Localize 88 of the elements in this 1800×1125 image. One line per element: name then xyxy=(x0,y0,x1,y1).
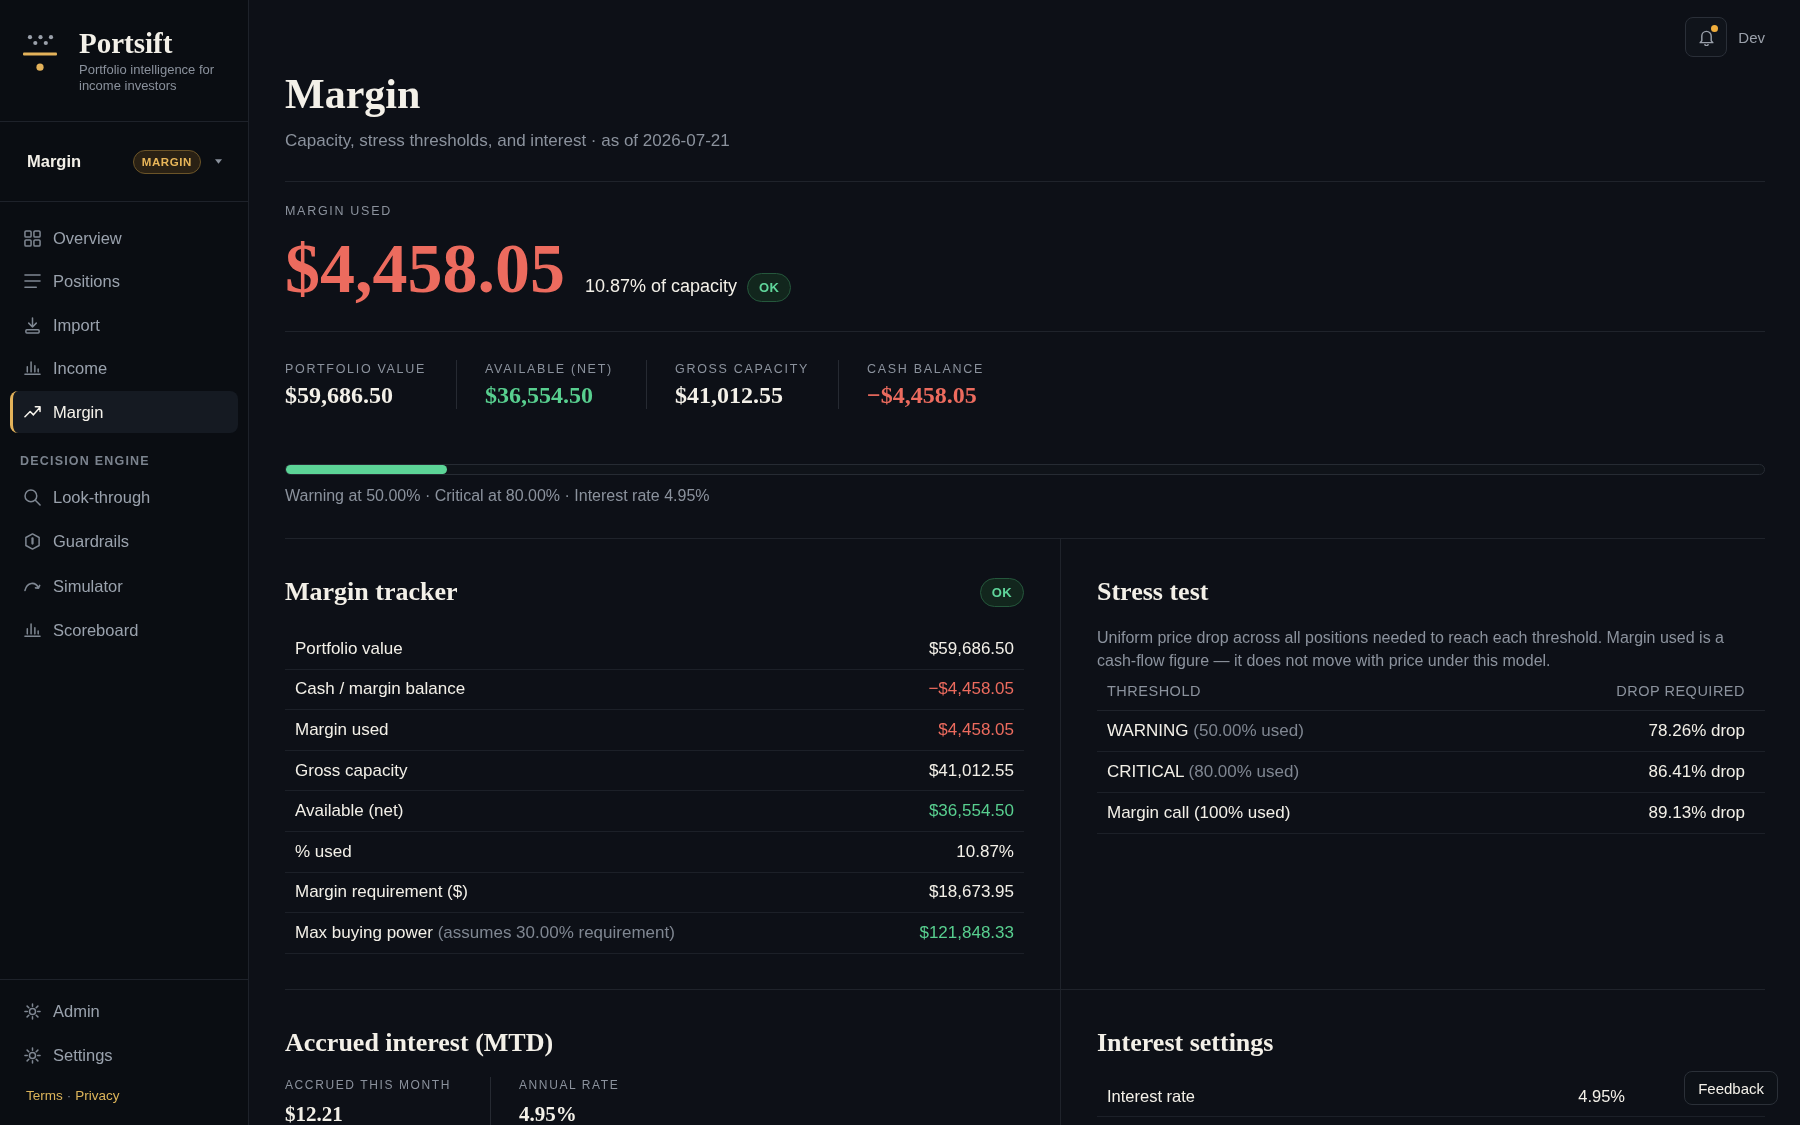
nav-item[interactable]: Income xyxy=(10,347,238,390)
panel-title: Accrued interest (MTD) xyxy=(285,1026,554,1059)
sun-icon xyxy=(24,1046,41,1064)
stat-value: 4.95% xyxy=(519,1101,577,1125)
nav-item[interactable]: Overview xyxy=(10,217,238,259)
brand-name: Portsift xyxy=(79,27,173,59)
metric-value: $4,458.05 xyxy=(938,720,1014,740)
caret-icon xyxy=(215,159,222,164)
logo-icon xyxy=(23,35,57,71)
metric-value: $59,686.50 xyxy=(928,638,1014,659)
bar-chart-icon xyxy=(24,361,41,376)
status-badge: OK xyxy=(747,273,792,302)
nav-item[interactable]: Import xyxy=(10,304,238,346)
shield-icon xyxy=(24,533,41,550)
metric-value: $18,673.95 xyxy=(928,882,1014,903)
setting-label: Interest rate xyxy=(1107,1086,1196,1106)
link-separator: · xyxy=(66,1087,72,1105)
metric-label: Margin requirement ($) xyxy=(295,882,468,903)
metric-value: −$4,458.05 xyxy=(928,679,1014,700)
column-header: DROP REQUIRED xyxy=(1616,683,1745,699)
stat-label: ACCRUED THIS MONTH xyxy=(285,1076,451,1093)
list-icon xyxy=(24,274,41,289)
stat-value: −$4,458.05 xyxy=(867,381,977,409)
metric-value: $121,848.33 xyxy=(919,922,1014,943)
nav-item[interactable]: Look-through xyxy=(10,476,238,518)
stress-description: Uniform price drop across all positions needed to reach each threshold. Margin used is a cash-flow figure — it does not move with price under this model. xyxy=(1097,628,1725,671)
metric-label: Portfolio value xyxy=(295,638,403,659)
metric-label: Available (net) xyxy=(295,801,404,822)
stat-label: PORTFOLIO VALUE xyxy=(285,361,427,378)
metric-label: Cash / margin balance xyxy=(295,679,466,700)
threshold-label: Margin call (100% used) xyxy=(1107,803,1291,823)
drop-value: 86.41% drop xyxy=(1648,762,1745,782)
nav-item[interactable]: Admin xyxy=(10,990,238,1032)
nav-item[interactable]: Positions xyxy=(10,260,238,303)
capacity-share: 10.87% of capacity xyxy=(585,276,738,297)
metric-label: Margin used xyxy=(295,720,389,740)
stat-value: $12.21 xyxy=(285,1101,343,1125)
page-title: Margin xyxy=(285,70,421,119)
search-icon xyxy=(24,488,41,506)
metric-value: 10.87% xyxy=(956,841,1014,862)
threshold-caption: Warning at 50.00% · Critical at 80.00% · Interest rate 4.95% xyxy=(285,486,710,506)
account-name: Margin xyxy=(27,152,82,171)
account-menu-button[interactable] xyxy=(215,159,222,164)
page-subtitle: Capacity, stress thresholds, and interest · as of 2026-07-21 xyxy=(285,130,730,152)
stat-label: GROSS CAPACITY xyxy=(675,361,809,378)
setting-value: 4.95% xyxy=(1578,1086,1625,1106)
feedback-button[interactable]: Feedback xyxy=(1684,1071,1778,1105)
threshold-label: CRITICAL (80.00% used) xyxy=(1107,762,1300,782)
grid-icon xyxy=(24,229,41,247)
nav-item[interactable]: Simulator xyxy=(10,565,238,607)
stat-label: AVAILABLE (NET) xyxy=(485,361,613,378)
status-badge: OK xyxy=(980,577,1024,607)
metric-label: MARGIN USED xyxy=(285,203,392,220)
metric-value: $36,554.50 xyxy=(928,801,1014,822)
trend-up-icon xyxy=(24,406,41,418)
sun-icon xyxy=(24,1002,41,1020)
panel-title: Margin tracker xyxy=(285,576,458,608)
metric-value: $41,012.55 xyxy=(928,760,1014,781)
threshold-label: WARNING (50.00% used) xyxy=(1107,721,1304,741)
nav-item[interactable]: Settings xyxy=(10,1034,238,1076)
curved-arrow-icon xyxy=(24,580,41,592)
metric-label: Max buying power (assumes 30.00% requirement) xyxy=(295,922,675,943)
notifications-button[interactable] xyxy=(1685,17,1728,57)
panel-title: Interest settings xyxy=(1097,1026,1274,1059)
brand-tagline: Portfolio intelligence for income investors xyxy=(79,62,216,94)
bell-icon xyxy=(1698,28,1714,46)
stat-value: $41,012.55 xyxy=(675,381,783,409)
column-header: THRESHOLD xyxy=(1107,683,1201,699)
stat-value: $59,686.50 xyxy=(285,381,393,409)
stat-label: ANNUAL RATE xyxy=(519,1076,620,1093)
stat-label: CASH BALANCE xyxy=(867,361,984,378)
drop-value: 89.13% drop xyxy=(1648,803,1745,823)
metric-label: Gross capacity xyxy=(295,760,408,781)
margin-used-value: $4,458.05 xyxy=(285,234,565,304)
footer-link[interactable]: Terms xyxy=(26,1087,63,1105)
nav-item[interactable]: Margin xyxy=(10,391,238,433)
user-name: Dev xyxy=(1738,28,1765,46)
nav-item[interactable]: Guardrails xyxy=(10,520,238,563)
metric-label: % used xyxy=(295,841,352,862)
nav-item[interactable]: Scoreboard xyxy=(10,609,238,652)
footer-link[interactable]: Privacy xyxy=(75,1087,120,1105)
stat-value: $36,554.50 xyxy=(485,381,593,409)
bar-chart-icon xyxy=(24,623,41,638)
download-icon xyxy=(24,316,41,334)
nav-section-title: DECISION ENGINE xyxy=(20,452,150,469)
drop-value: 78.26% drop xyxy=(1648,721,1745,741)
account-badge: MARGIN xyxy=(132,149,201,174)
panel-title: Stress test xyxy=(1097,576,1209,608)
